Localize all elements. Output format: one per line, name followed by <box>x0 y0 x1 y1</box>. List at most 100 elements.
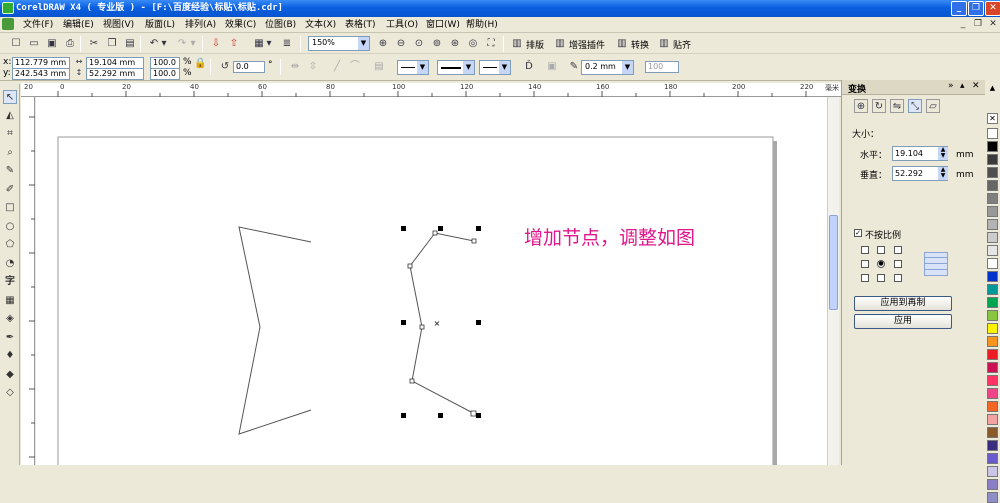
table-tool-icon[interactable]: ▦ <box>3 294 17 308</box>
welcome-screen-icon[interactable]: ≣ <box>280 37 294 51</box>
docker-close-icon[interactable]: ✕ <box>972 81 980 91</box>
zoom-all-icon[interactable]: ⊚ <box>430 37 444 51</box>
color-swatch[interactable] <box>987 453 998 464</box>
color-swatch[interactable] <box>987 323 998 334</box>
shape-tool-icon[interactable]: ◭ <box>3 109 17 123</box>
import-icon[interactable]: ⇩ <box>209 37 223 51</box>
color-swatch[interactable] <box>987 232 998 243</box>
doc-close-button[interactable]: ✕ <box>987 19 999 30</box>
reverse-direction-icon[interactable]: Ď <box>522 60 536 74</box>
color-swatch[interactable] <box>987 245 998 256</box>
color-swatch[interactable] <box>987 349 998 360</box>
y-position-field[interactable]: 242.543 mm <box>12 68 70 80</box>
palette-scroll-up-icon[interactable]: ▲ <box>987 83 998 93</box>
close-curve-icon[interactable]: ▣ <box>545 60 559 74</box>
apply-button[interactable]: 应用 <box>854 314 952 329</box>
line-style-select[interactable]: ▼ <box>437 60 475 75</box>
redo-icon[interactable]: ↷ <box>175 37 189 51</box>
apply-to-duplicate-button[interactable]: 应用到再制 <box>854 296 952 311</box>
menu-help[interactable]: 帮助(H) <box>466 18 498 32</box>
plugin-layout-label[interactable]: 排版 <box>526 38 544 51</box>
ellipse-tool-icon[interactable]: ○ <box>3 220 17 234</box>
anchor-middle-left[interactable] <box>861 260 869 268</box>
curve-node-icon[interactable]: ⌒ <box>348 60 362 74</box>
color-swatch[interactable] <box>987 167 998 178</box>
menu-table[interactable]: 表格(T) <box>345 18 376 32</box>
color-swatch[interactable] <box>987 180 998 191</box>
basic-shapes-tool-icon[interactable]: ◔ <box>3 257 17 271</box>
menu-tools[interactable]: 工具(O) <box>386 18 418 32</box>
color-swatch[interactable] <box>987 466 998 477</box>
plugin-convert-label[interactable]: 转换 <box>631 38 649 51</box>
lock-ratio-icon[interactable]: 🔒 <box>194 57 206 71</box>
color-swatch[interactable] <box>987 310 998 321</box>
mirror-vertical-icon[interactable]: ⇳ <box>306 60 320 74</box>
size-mode-icon[interactable]: ⤡ <box>908 99 922 113</box>
menu-view[interactable]: 视图(V) <box>103 18 134 32</box>
horizontal-spinner[interactable]: ▲ ▼ <box>938 147 948 160</box>
launcher-dropdown-icon[interactable]: ▾ <box>265 37 273 51</box>
minimize-button[interactable]: _ <box>951 1 967 16</box>
anchor-top-right[interactable] <box>894 246 902 254</box>
restore-button[interactable]: ❐ <box>968 1 984 16</box>
menu-effects[interactable]: 效果(C) <box>225 18 256 32</box>
docker-expand-icon[interactable]: » <box>948 81 954 91</box>
freehand-tool-icon[interactable]: ✎ <box>3 164 17 178</box>
undo-dropdown-icon[interactable]: ▾ <box>160 37 168 51</box>
position-mode-icon[interactable]: ⊕ <box>854 99 868 113</box>
application-launcher-icon[interactable]: ▦ <box>252 37 266 51</box>
anchor-top-left[interactable] <box>861 246 869 254</box>
end-arrow-select[interactable]: ▼ <box>479 60 511 75</box>
save-icon[interactable]: ▣ <box>45 37 59 51</box>
color-swatch[interactable] <box>987 388 998 399</box>
anchor-bottom-center[interactable] <box>877 274 885 282</box>
crop-tool-icon[interactable]: ⌗ <box>3 127 17 141</box>
scale-mirror-mode-icon[interactable]: ⇋ <box>890 99 904 113</box>
copy-icon[interactable]: ❐ <box>105 37 119 51</box>
zoom-width-icon[interactable]: ◎ <box>466 37 480 51</box>
color-swatch[interactable] <box>987 219 998 230</box>
non-proportional-checkbox[interactable]: ✓ <box>854 229 862 237</box>
vertical-spinner[interactable]: ▲ ▼ <box>938 167 948 180</box>
fill-tool-icon[interactable]: ◆ <box>3 368 17 382</box>
zoom-page-icon[interactable]: ⊛ <box>448 37 462 51</box>
redo-dropdown-icon[interactable]: ▾ <box>189 37 197 51</box>
zoom-selected-icon[interactable]: ⊙ <box>412 37 426 51</box>
outline-width-select[interactable]: 0.2 mm ▼ <box>581 60 634 75</box>
anchor-bottom-left[interactable] <box>861 274 869 282</box>
drawing-canvas[interactable]: × 增加节点，调整如图 <box>36 97 827 465</box>
menu-window[interactable]: 窗口(W) <box>426 18 460 32</box>
rectangle-tool-icon[interactable]: □ <box>3 201 17 215</box>
interactive-blend-tool-icon[interactable]: ◈ <box>3 312 17 326</box>
plugin-snap-label[interactable]: 贴齐 <box>673 38 691 51</box>
anchor-center[interactable]: ● <box>877 260 885 268</box>
mirror-horizontal-icon[interactable]: ⇹ <box>288 60 302 74</box>
start-arrow-select[interactable]: ▼ <box>397 60 429 75</box>
scroll-thumb[interactable] <box>829 215 838 310</box>
color-swatch[interactable] <box>987 258 998 269</box>
color-swatch[interactable] <box>987 193 998 204</box>
cut-icon[interactable]: ✂ <box>87 37 101 51</box>
open-icon[interactable]: ▭ <box>27 37 41 51</box>
color-swatch[interactable] <box>987 414 998 425</box>
smart-fill-tool-icon[interactable]: ✐ <box>3 183 17 197</box>
skew-mode-icon[interactable]: ▱ <box>926 99 940 113</box>
horizontal-ruler[interactable]: 20 0 20 40 60 80 100 120 140 160 180 200… <box>21 83 841 97</box>
wrap-text-icon[interactable]: ▤ <box>372 60 386 74</box>
color-swatch[interactable] <box>987 336 998 347</box>
height-field[interactable]: 52.292 mm <box>86 68 144 80</box>
color-swatch[interactable] <box>987 128 998 139</box>
export-icon[interactable]: ⇧ <box>227 37 241 51</box>
rotation-field[interactable]: 0.0 <box>233 61 265 73</box>
color-swatch[interactable] <box>987 479 998 490</box>
color-swatch[interactable] <box>987 284 998 295</box>
menu-arrange[interactable]: 排列(A) <box>185 18 216 32</box>
menu-bitmaps[interactable]: 位图(B) <box>265 18 296 32</box>
color-swatch[interactable] <box>987 271 998 282</box>
color-swatch[interactable] <box>987 401 998 412</box>
color-swatch[interactable] <box>987 362 998 373</box>
enhance-plugin-icon[interactable]: ▥ <box>553 37 567 51</box>
vertical-ruler[interactable] <box>21 97 35 465</box>
new-icon[interactable]: ☐ <box>9 37 23 51</box>
color-swatch[interactable] <box>987 297 998 308</box>
